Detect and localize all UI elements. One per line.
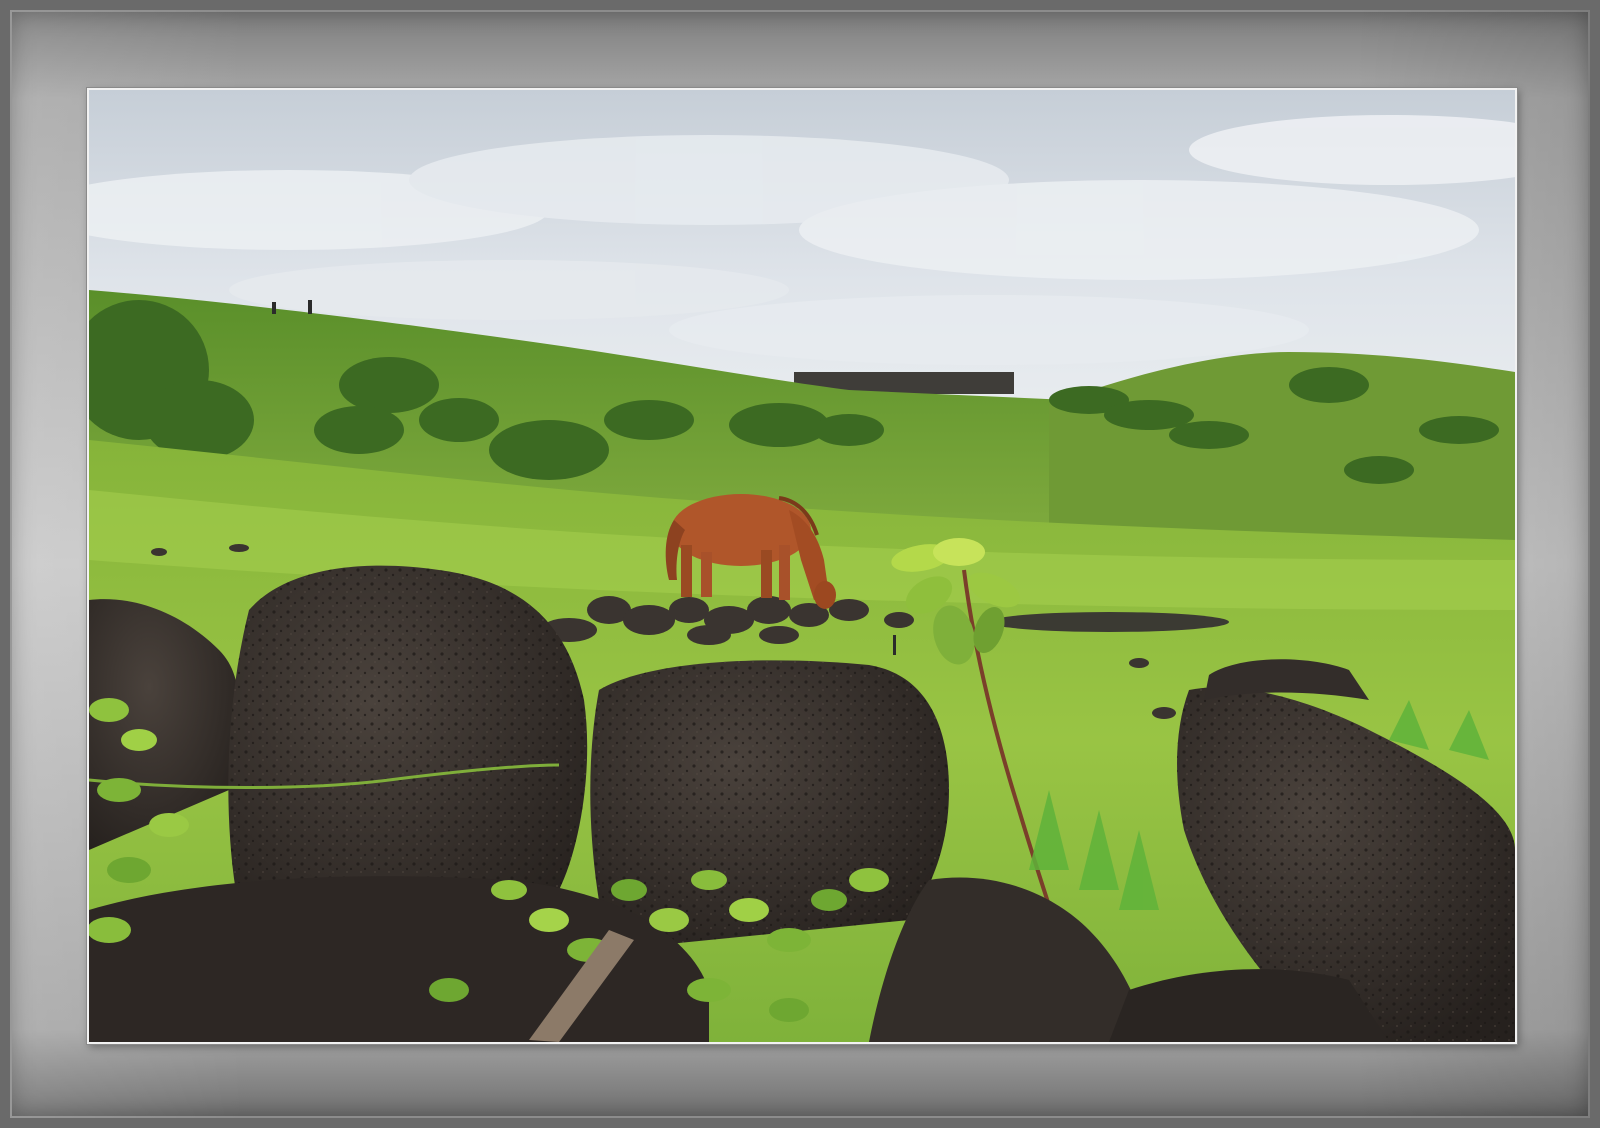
marker-post <box>893 635 896 655</box>
photo <box>87 88 1517 1044</box>
landscape-scene <box>89 90 1515 1042</box>
puddle <box>989 612 1229 632</box>
